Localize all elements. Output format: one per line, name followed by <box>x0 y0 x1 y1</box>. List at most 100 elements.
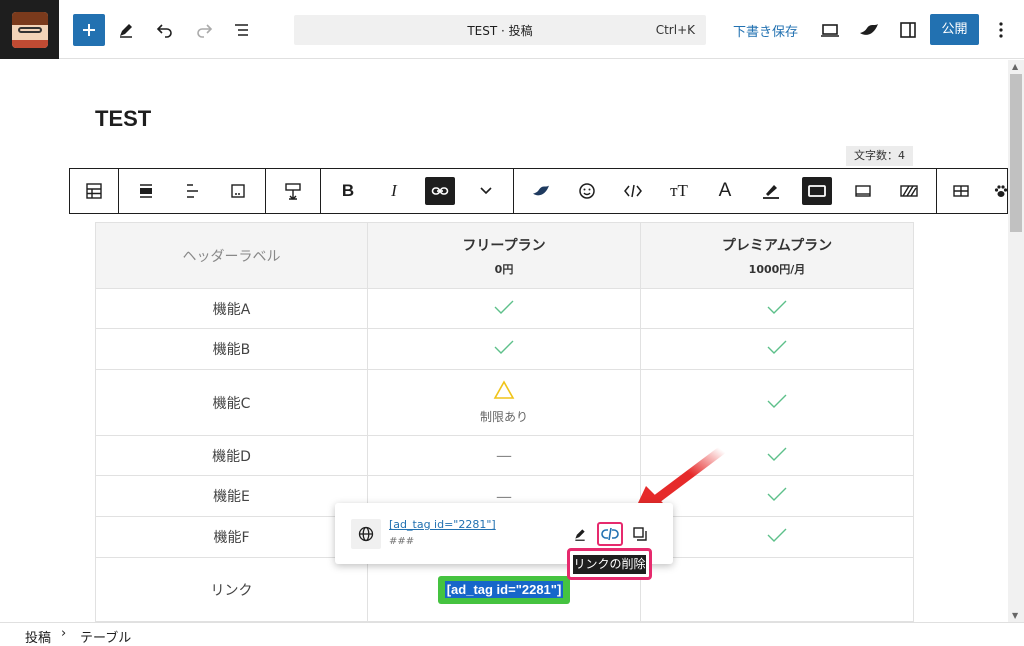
toolbar-group-format: B I <box>321 169 514 213</box>
table-cell[interactable] <box>640 288 914 329</box>
more-formats-button[interactable] <box>463 169 509 213</box>
table-header-cell[interactable]: プレミアムプラン 1000円/月 <box>640 222 914 289</box>
scroll-up-icon[interactable]: ▲ <box>1012 62 1018 71</box>
plugin-button[interactable] <box>853 14 885 46</box>
preview-button[interactable] <box>814 14 846 46</box>
check-icon <box>767 394 787 408</box>
link-button[interactable] <box>417 169 463 213</box>
table-header-cell[interactable]: ヘッダーラベル <box>95 222 368 289</box>
ad-tag-link-button[interactable]: [ad_tag id="2281"] <box>437 575 571 604</box>
emoji-button[interactable] <box>564 169 610 213</box>
scrollbar[interactable]: ▲ ▼ <box>1008 60 1024 622</box>
redo-icon <box>197 24 213 38</box>
check-icon <box>767 300 787 314</box>
feature-cell[interactable]: リンク <box>95 557 368 622</box>
pencil-icon <box>120 24 132 38</box>
publish-button[interactable]: 公開 <box>930 14 979 45</box>
pencil-icon <box>575 529 585 541</box>
document-overview-button[interactable] <box>226 14 258 46</box>
paw-icon <box>994 185 1008 197</box>
edit-link-button[interactable] <box>569 523 591 545</box>
plan-name: フリープラン <box>462 237 546 254</box>
unlink-button[interactable] <box>597 522 623 546</box>
plan-name: プレミアムプラン <box>721 237 833 254</box>
cell-style-button[interactable] <box>840 169 886 213</box>
tools-button[interactable] <box>110 14 142 46</box>
copy-link-button[interactable] <box>629 523 651 545</box>
unlink-icon <box>601 527 619 541</box>
undo-icon <box>156 24 172 38</box>
italic-icon: I <box>391 181 397 200</box>
caption-button[interactable] <box>215 169 261 213</box>
feature-cell[interactable]: 機能C <box>95 369 368 436</box>
table-cell[interactable] <box>640 328 914 370</box>
post-title[interactable]: TEST <box>95 106 151 132</box>
limit-note: 制限あり <box>479 410 528 424</box>
code-icon <box>624 184 642 198</box>
plus-icon <box>83 24 95 36</box>
feature-cell[interactable]: 機能D <box>95 435 368 476</box>
copy-icon <box>633 527 647 541</box>
smiley-icon <box>579 183 595 199</box>
laptop-icon <box>821 24 839 37</box>
table-block-button[interactable] <box>74 169 114 213</box>
table-cell[interactable] <box>367 328 641 370</box>
highlight-button[interactable] <box>748 169 794 213</box>
breadcrumb-table[interactable]: テーブル <box>80 627 131 646</box>
text-align-button[interactable] <box>169 169 215 213</box>
align-wide-icon <box>140 184 152 198</box>
add-block-button[interactable] <box>73 14 105 46</box>
bold-button[interactable]: B <box>325 169 371 213</box>
edit-table-button[interactable] <box>941 169 981 213</box>
table-cell[interactable] <box>640 557 914 622</box>
document-title: TEST · 投稿 <box>467 24 533 38</box>
feature-cell[interactable]: 機能E <box>95 475 368 517</box>
settings-button[interactable] <box>892 14 924 46</box>
border-style-button[interactable] <box>794 169 840 213</box>
table-header-cell[interactable]: フリープラン 0円 <box>367 222 641 289</box>
options-button[interactable] <box>985 14 1017 46</box>
more-vertical-icon <box>999 22 1003 38</box>
chevron-down-icon <box>480 187 492 195</box>
stripe-style-button[interactable] <box>886 169 932 213</box>
table-cell[interactable] <box>367 288 641 329</box>
table-row: 機能B <box>95 328 914 370</box>
link-icon <box>431 187 449 195</box>
scroll-down-icon[interactable]: ▼ <box>1012 611 1018 620</box>
swell-button[interactable] <box>518 169 564 213</box>
command-palette[interactable]: TEST · 投稿 Ctrl+K <box>294 15 706 45</box>
selected-link-text[interactable]: [ad_tag id="2281"] <box>444 580 564 598</box>
check-icon <box>767 447 787 461</box>
site-icon[interactable] <box>0 0 59 59</box>
inline-code-button[interactable] <box>610 169 656 213</box>
plan-price: 0円 <box>494 262 514 276</box>
link-url[interactable]: [ad_tag id="2281"] <box>389 518 496 531</box>
undo-button[interactable] <box>149 14 181 46</box>
text-color-button[interactable]: A <box>702 169 748 213</box>
block-breadcrumb: 投稿 › テーブル <box>0 622 1024 646</box>
hatch-icon <box>900 185 918 197</box>
text-color-icon: A <box>718 180 732 201</box>
block-align-button[interactable] <box>123 169 169 213</box>
scrollbar-thumb[interactable] <box>1010 74 1022 232</box>
shortcut-hint: Ctrl+K <box>655 23 695 37</box>
table-cell[interactable]: 制限あり <box>367 369 641 436</box>
editor-header: TEST · 投稿 Ctrl+K 下書き保存 公開 <box>0 0 1024 59</box>
breadcrumb-separator: › <box>61 626 67 641</box>
sidebar-toggle-icon <box>900 22 916 38</box>
breadcrumb-post[interactable]: 投稿 <box>25 627 51 646</box>
table-cell[interactable] <box>640 369 914 436</box>
font-size-button[interactable]: тT <box>656 169 702 213</box>
list-view-icon <box>235 24 248 36</box>
redo-button[interactable] <box>188 14 220 46</box>
save-draft-button[interactable]: 下書き保存 <box>733 21 798 40</box>
feature-cell[interactable]: 機能A <box>95 288 368 329</box>
toolbar-group-swell: тT A <box>514 169 937 213</box>
table-size-button[interactable] <box>270 169 316 213</box>
feature-cell[interactable]: 機能B <box>95 328 368 370</box>
italic-button[interactable]: I <box>371 169 417 213</box>
border-box-icon <box>808 185 826 197</box>
feature-cell[interactable]: 機能F <box>95 516 368 558</box>
toolbar-group-align <box>119 169 266 213</box>
check-icon <box>767 487 787 501</box>
